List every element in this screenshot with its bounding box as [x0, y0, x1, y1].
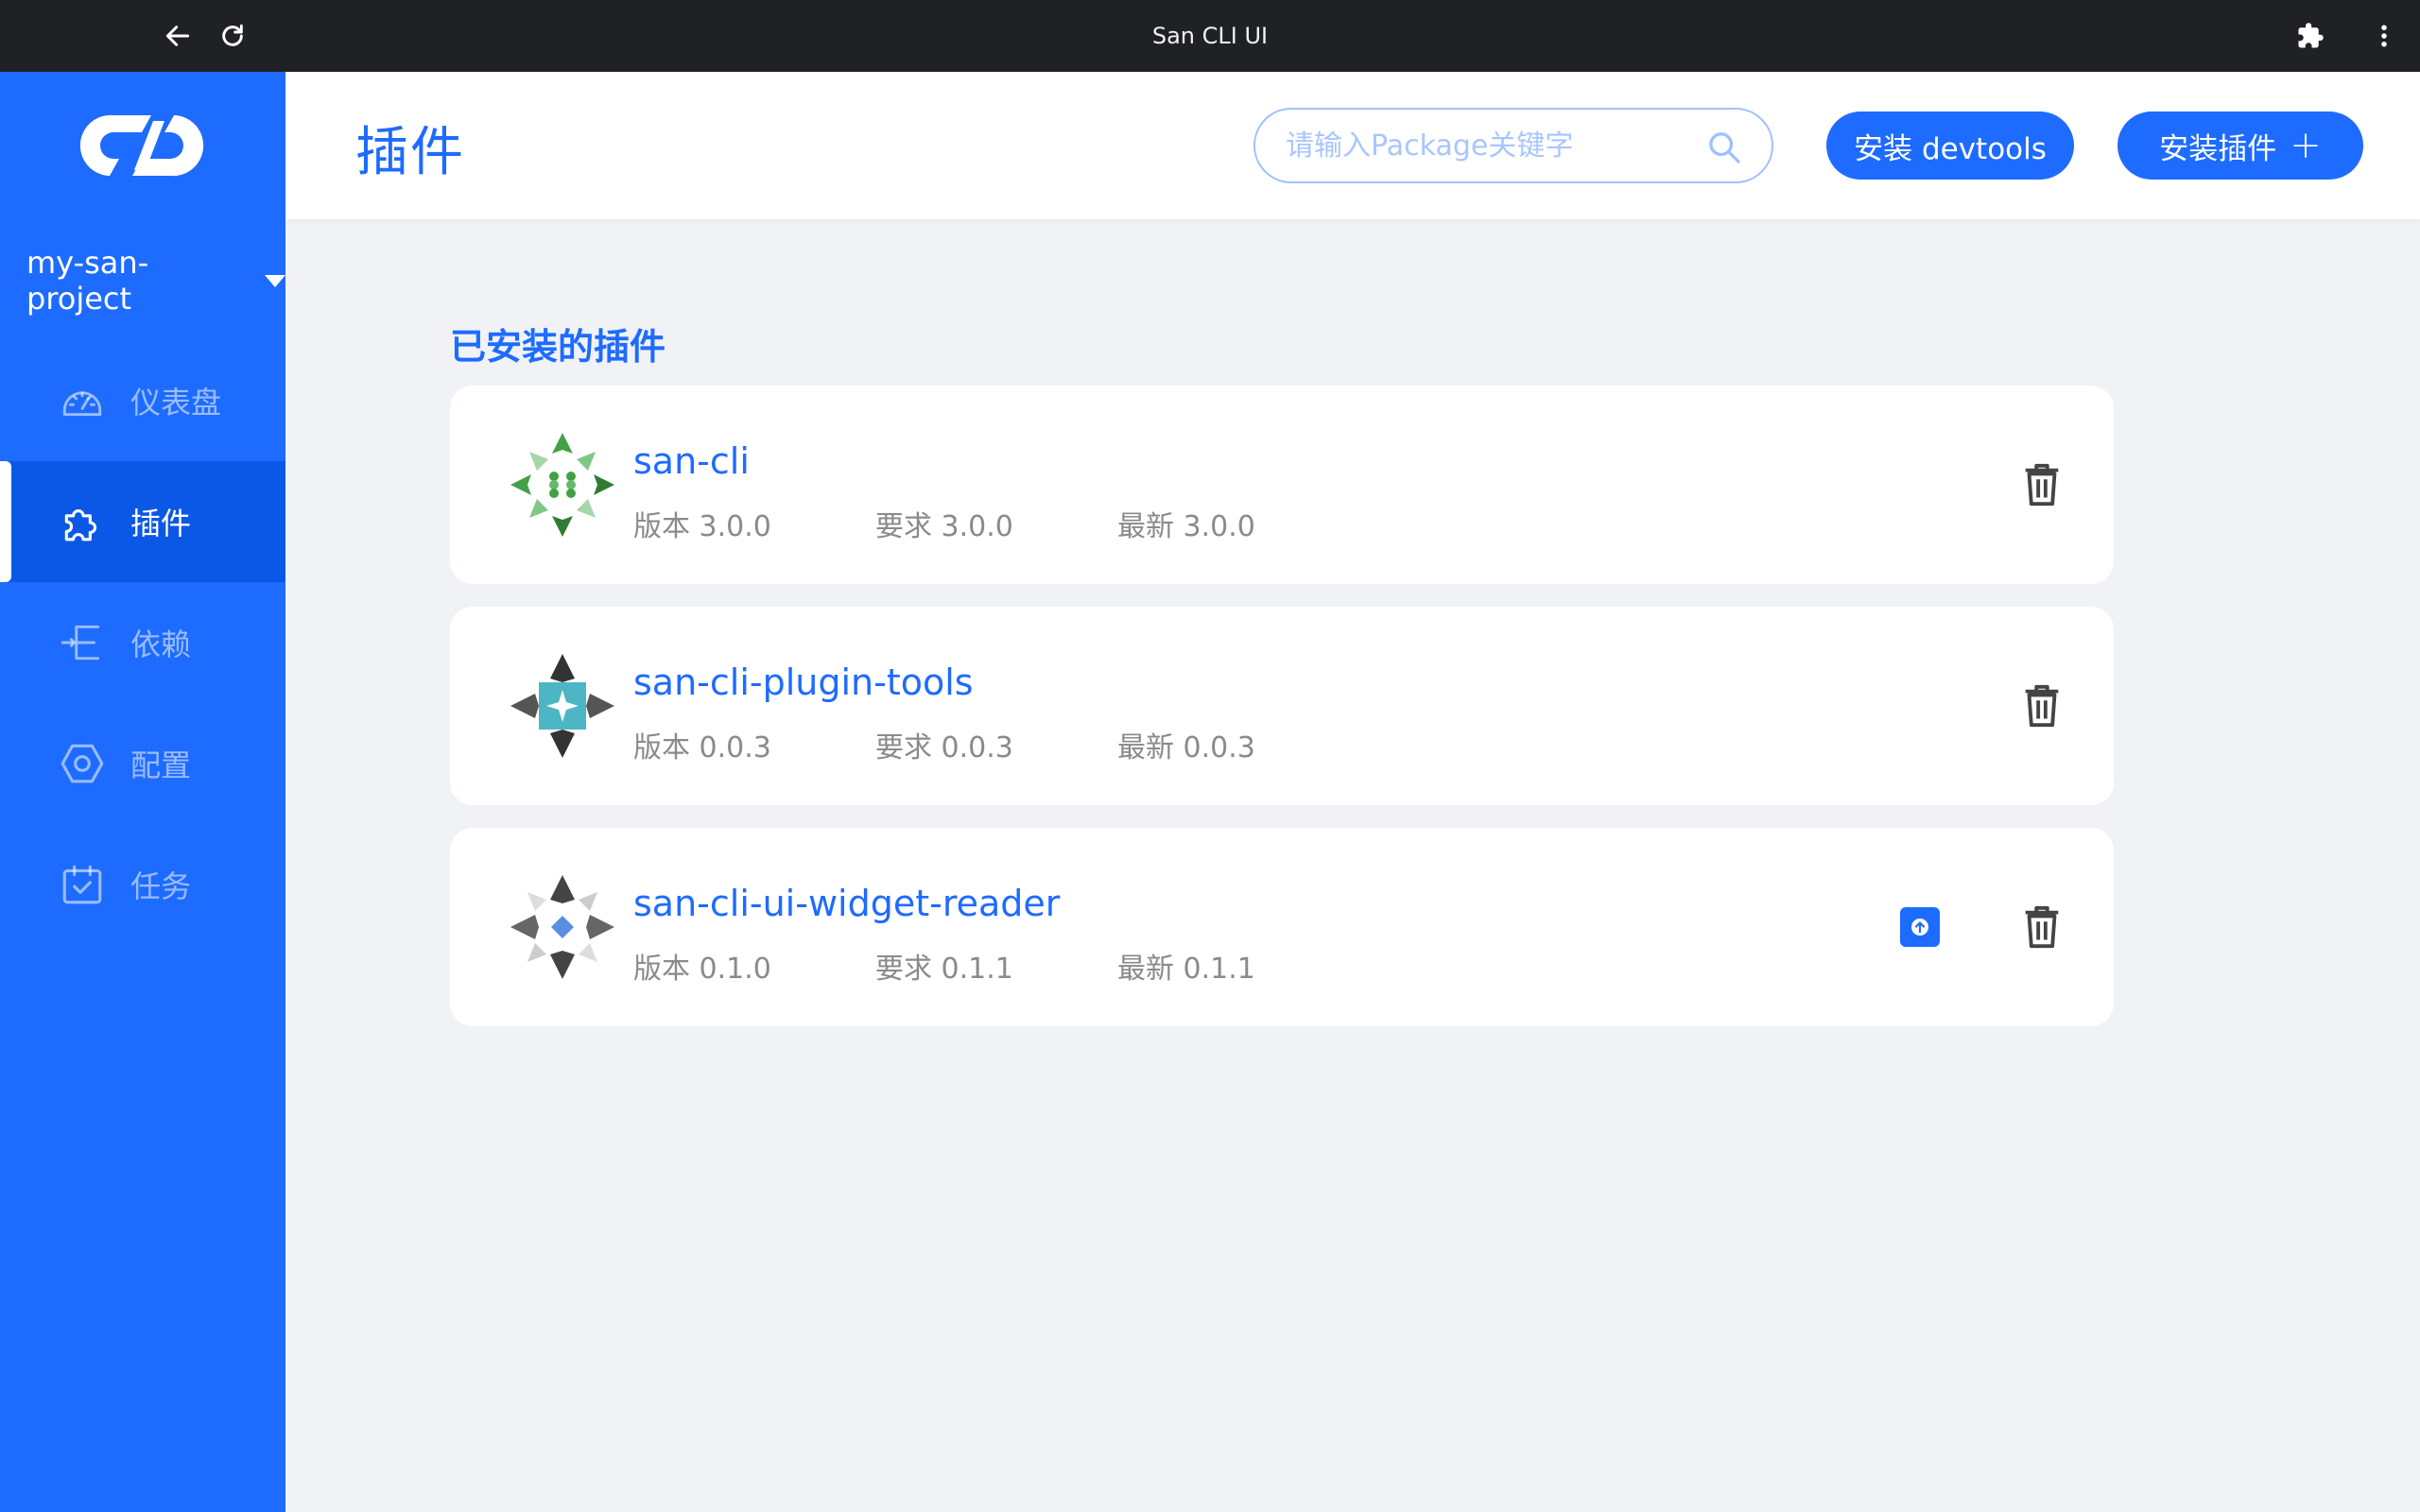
page-title: 插件 — [355, 122, 465, 183]
plugin-card: san-cli 版本 3.0.0 要求 3.0.0 最新 3.0.0 — [450, 386, 2114, 584]
dashboard-icon — [62, 391, 102, 417]
sidebar-item-label: 仪表盘 — [130, 385, 222, 421]
puzzle-icon — [64, 509, 97, 541]
install-plugin-button[interactable]: 安装插件 + — [2118, 112, 2363, 180]
plugin-latest: 最新 0.0.3 — [1117, 731, 1255, 765]
sidebar-item-dependencies[interactable]: 依赖 — [0, 582, 285, 703]
plugin-version: 版本 0.0.3 — [633, 731, 771, 765]
plugin-name-link[interactable]: san-cli — [633, 440, 750, 482]
plugin-latest: 最新 0.1.1 — [1117, 953, 1255, 986]
update-button[interactable] — [1900, 907, 1940, 947]
plugin-name-link[interactable]: san-cli-ui-widget-reader — [633, 883, 1060, 924]
project-name: my-san-project — [26, 245, 149, 317]
trash-icon[interactable] — [2019, 682, 2065, 730]
search-box — [1253, 108, 1773, 183]
sidebar: my-san-project 仪表盘 插件 依赖 配置 任务 — [0, 72, 285, 1512]
plugin-name-link[interactable]: san-cli-plugin-tools — [633, 662, 974, 703]
san-cli-plugin-tools-package-icon — [510, 654, 614, 758]
trash-icon[interactable] — [2019, 903, 2065, 951]
sidebar-item-label: 依赖 — [130, 627, 192, 662]
window-title: San CLI UI — [1151, 23, 1269, 49]
section-title: 已安装的插件 — [450, 326, 666, 368]
sidebar-item-dashboard[interactable]: 仪表盘 — [0, 340, 285, 461]
plugin-card: san-cli-ui-widget-reader 版本 0.1.0 要求 0.1… — [450, 828, 2114, 1026]
plugin-required: 要求 3.0.0 — [875, 510, 1013, 543]
sidebar-item-tasks[interactable]: 任务 — [0, 824, 285, 945]
sidebar-nav: 仪表盘 插件 依赖 配置 任务 — [0, 340, 285, 945]
install-devtools-button[interactable]: 安装 devtools — [1826, 112, 2074, 180]
page-header: 插件 安装 devtools 安装插件 + — [285, 72, 2420, 219]
plus-icon: + — [2290, 124, 2322, 167]
caret-down-icon — [265, 274, 285, 287]
sidebar-item-config[interactable]: 配置 — [0, 703, 285, 824]
plugin-version: 版本 3.0.0 — [633, 510, 771, 543]
plugin-latest: 最新 3.0.0 — [1117, 510, 1255, 543]
trash-icon[interactable] — [2019, 461, 2065, 508]
install-devtools-label: 安装 devtools — [1854, 131, 2047, 166]
search-icon[interactable] — [1705, 129, 1743, 166]
search-input[interactable] — [1286, 123, 1702, 168]
config-hexagon-icon — [60, 744, 104, 783]
install-plugin-label: 安装插件 — [2159, 131, 2277, 166]
dependency-icon — [60, 625, 100, 661]
san-cli-package-icon — [510, 433, 614, 537]
sidebar-item-label: 插件 — [130, 506, 192, 541]
sidebar-item-label: 配置 — [130, 747, 192, 783]
project-selector[interactable]: my-san-project — [26, 245, 285, 317]
extensions-puzzle-icon[interactable] — [2291, 17, 2329, 55]
sidebar-item-label: 任务 — [130, 868, 192, 904]
browser-titlebar: San CLI UI — [0, 0, 2420, 72]
san-logo-icon[interactable] — [76, 108, 208, 183]
task-calendar-icon — [62, 865, 102, 904]
san-cli-ui-widget-reader-package-icon — [510, 875, 614, 979]
plugin-card: san-cli-plugin-tools 版本 0.0.3 要求 0.0.3 最… — [450, 607, 2114, 805]
arrow-up-icon — [1911, 919, 1928, 936]
plugin-version: 版本 0.1.0 — [633, 953, 771, 986]
plugin-required: 要求 0.0.3 — [875, 731, 1013, 765]
plugin-required: 要求 0.1.1 — [875, 953, 1013, 986]
sidebar-item-plugins[interactable]: 插件 — [0, 461, 285, 582]
more-vert-icon[interactable] — [2365, 17, 2403, 55]
